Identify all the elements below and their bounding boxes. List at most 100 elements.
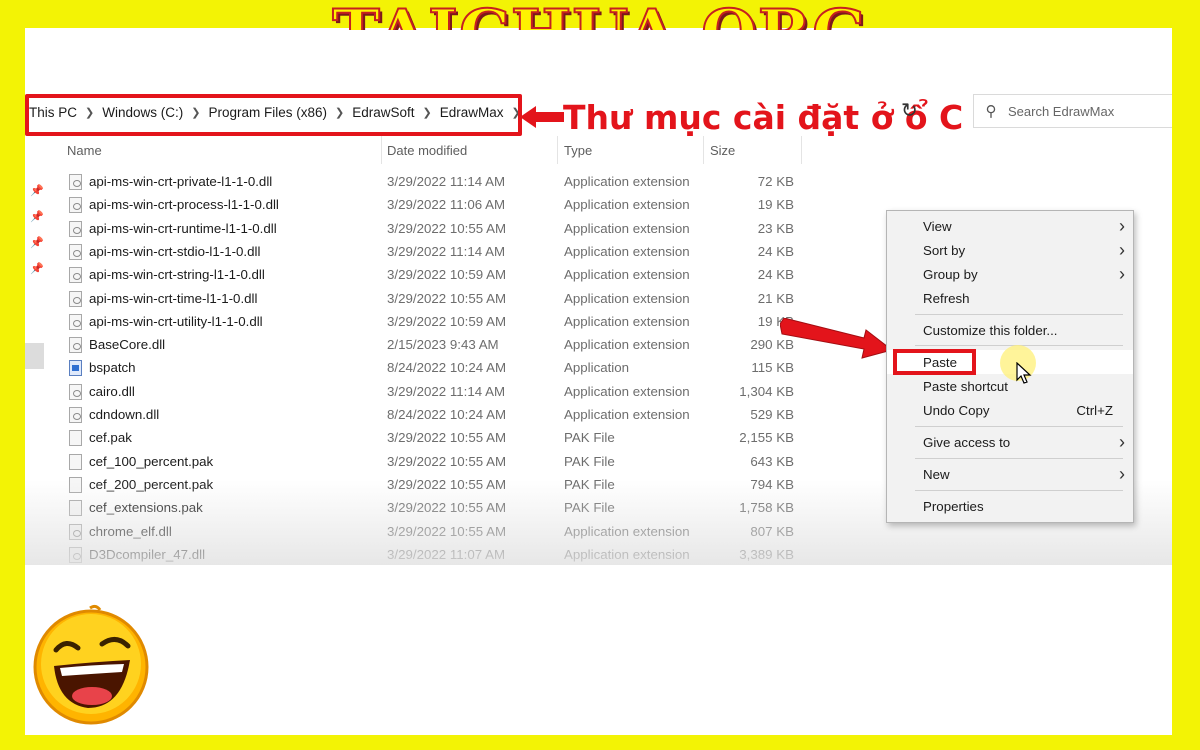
file-name: api-ms-win-crt-time-l1-1-0.dll — [89, 290, 258, 306]
menu-item-sort-by[interactable]: Sort by › — [887, 240, 1133, 262]
file-name: BaseCore.dll — [89, 337, 166, 353]
file-size: 1,758 KB — [739, 500, 794, 516]
menu-separator — [915, 458, 1123, 459]
file-row[interactable]: api-ms-win-crt-private-l1-1-0.dll 3/29/20… — [69, 171, 809, 194]
file-size: 24 KB — [757, 243, 794, 259]
pointer-arrow-icon — [780, 318, 892, 359]
file-row[interactable]: bspatch 8/24/2022 10:24 AM Application 115 … — [69, 357, 809, 380]
pin-icon[interactable]: 📌 — [30, 236, 44, 249]
file-row[interactable]: D3Dcompiler_47.dll 3/29/2022 11:07 AM Appl… — [69, 544, 809, 563]
search-box[interactable]: ⚲ Search EdrawMax — [973, 94, 1172, 128]
file-name: chrome_elf.dll — [89, 523, 172, 539]
file-type: PAK File — [564, 500, 615, 516]
menu-item-refresh[interactable]: Refresh — [887, 288, 1133, 310]
file-row[interactable]: cef_extensions.pak 3/29/2022 10:55 AM PAK … — [69, 497, 809, 520]
menu-item-customize[interactable]: Customize this folder... — [887, 320, 1133, 342]
file-size: 1,304 KB — [739, 383, 794, 399]
file-date: 3/29/2022 11:14 AM — [387, 174, 506, 189]
file-size: 643 KB — [750, 453, 794, 469]
column-divider[interactable] — [703, 136, 704, 164]
column-header-size[interactable]: Size — [710, 138, 735, 162]
pin-icon[interactable]: 📌 — [30, 262, 44, 275]
file-row[interactable]: BaseCore.dll 2/15/2023 9:43 AM Application… — [69, 334, 809, 357]
menu-item-undo-copy[interactable]: Undo Copy Ctrl+Z — [887, 400, 1133, 422]
file-size: 794 KB — [750, 476, 794, 492]
file-type: Application extension — [564, 267, 690, 283]
column-divider[interactable] — [381, 136, 382, 164]
column-header-type[interactable]: Type — [564, 138, 592, 162]
file-type: Application extension — [564, 220, 690, 236]
explorer-top-strip — [25, 30, 1172, 91]
file-type: Application extension — [564, 197, 690, 213]
file-row[interactable]: api-ms-win-crt-process-l1-1-0.dll 3/29/20… — [69, 194, 809, 217]
file-size: 23 KB — [757, 220, 794, 236]
chevron-right-icon: › — [1119, 464, 1125, 484]
menu-item-view[interactable]: View › — [887, 216, 1133, 238]
search-placeholder[interactable]: Search EdrawMax — [1008, 104, 1114, 119]
file-type: Application — [564, 360, 630, 376]
file-row[interactable]: cef.pak 3/29/2022 10:55 AM PAK File 2,155 K… — [69, 427, 809, 450]
file-name: api-ms-win-crt-stdio-l1-1-0.dll — [89, 243, 261, 259]
menu-item-properties[interactable]: Properties — [887, 496, 1133, 518]
file-type: PAK File — [564, 430, 615, 446]
file-type: Application extension — [564, 383, 690, 399]
dll-file-icon — [69, 197, 82, 214]
dll-file-icon — [69, 243, 82, 260]
file-date: 3/29/2022 10:59 AM — [387, 267, 507, 283]
column-header-name[interactable]: Name — [67, 138, 102, 162]
pak-file-icon — [69, 430, 82, 447]
chevron-right-icon: › — [1119, 264, 1125, 284]
file-size: 115 KB — [751, 360, 794, 376]
menu-item-group-by[interactable]: Group by › — [887, 264, 1133, 286]
pin-icon[interactable]: 📌 — [30, 210, 44, 223]
file-row[interactable]: chrome_elf.dll 3/29/2022 10:55 AM Applicat… — [69, 521, 809, 544]
file-row[interactable]: api-ms-win-crt-runtime-l1-1-0.dll 3/29/20… — [69, 218, 809, 241]
file-name: api-ms-win-crt-process-l1-1-0.dll — [89, 197, 279, 213]
file-date: 3/29/2022 11:07 AM — [387, 546, 506, 562]
file-name: D3Dcompiler_47.dll — [89, 546, 206, 562]
dll-file-icon — [69, 267, 82, 284]
refresh-icon[interactable]: ↻ — [901, 98, 918, 123]
file-row[interactable]: api-ms-win-crt-time-l1-1-0.dll 3/29/2022 … — [69, 288, 809, 311]
file-date: 3/29/2022 10:55 AM — [387, 453, 507, 469]
file-row[interactable]: cef_200_percent.pak 3/29/2022 10:55 AM PAK… — [69, 474, 809, 497]
column-divider[interactable] — [557, 136, 558, 164]
file-name: cef_100_percent.pak — [89, 453, 214, 469]
file-row[interactable]: api-ms-win-crt-stdio-l1-1-0.dll 3/29/2022… — [69, 241, 809, 264]
pin-icon[interactable]: 📌 — [30, 184, 44, 197]
file-type: Application extension — [564, 523, 690, 539]
column-header-date[interactable]: Date modified — [387, 138, 467, 162]
file-date: 8/24/2022 10:24 AM — [387, 360, 507, 376]
file-size: 807 KB — [750, 523, 794, 539]
file-date: 3/29/2022 11:14 AM — [387, 243, 506, 259]
pak-file-icon — [69, 476, 82, 493]
file-row[interactable]: cdndown.dll 8/24/2022 10:24 AM Application… — [69, 404, 809, 427]
file-row[interactable]: api-ms-win-crt-string-l1-1-0.dll 3/29/202… — [69, 264, 809, 287]
menu-separator — [915, 490, 1123, 491]
file-date: 3/29/2022 10:55 AM — [387, 290, 507, 306]
file-name: api-ms-win-crt-utility-l1-1-0.dll — [89, 313, 263, 329]
file-row[interactable]: cef_100_percent.pak 3/29/2022 10:55 AM PAK… — [69, 451, 809, 474]
file-type: Application extension — [564, 290, 690, 306]
file-date: 3/29/2022 10:55 AM — [387, 220, 507, 236]
file-type: Application extension — [564, 174, 690, 189]
chevron-right-icon: › — [1119, 240, 1125, 260]
menu-item-give-access[interactable]: Give access to › — [887, 432, 1133, 454]
file-date: 3/29/2022 10:55 AM — [387, 476, 507, 492]
file-row[interactable]: api-ms-win-crt-utility-l1-1-0.dll 3/29/20… — [69, 311, 809, 334]
file-size: 2,155 KB — [739, 430, 794, 446]
dll-file-icon — [69, 220, 82, 237]
dll-file-icon — [69, 313, 82, 330]
column-divider[interactable] — [801, 136, 802, 164]
file-type: Application extension — [564, 313, 690, 329]
search-icon: ⚲ — [985, 103, 997, 120]
menu-item-new[interactable]: New › — [887, 464, 1133, 486]
file-name: bspatch — [89, 360, 136, 376]
nav-pane-selection[interactable] — [25, 343, 44, 369]
file-date: 3/29/2022 11:06 AM — [387, 197, 506, 213]
file-date: 3/29/2022 10:55 AM — [387, 500, 507, 516]
file-row[interactable]: cairo.dll 3/29/2022 11:14 AM Application e… — [69, 381, 809, 404]
file-type: Application extension — [564, 546, 690, 562]
file-name: cef_200_percent.pak — [89, 476, 214, 492]
file-size: 24 KB — [757, 267, 794, 283]
